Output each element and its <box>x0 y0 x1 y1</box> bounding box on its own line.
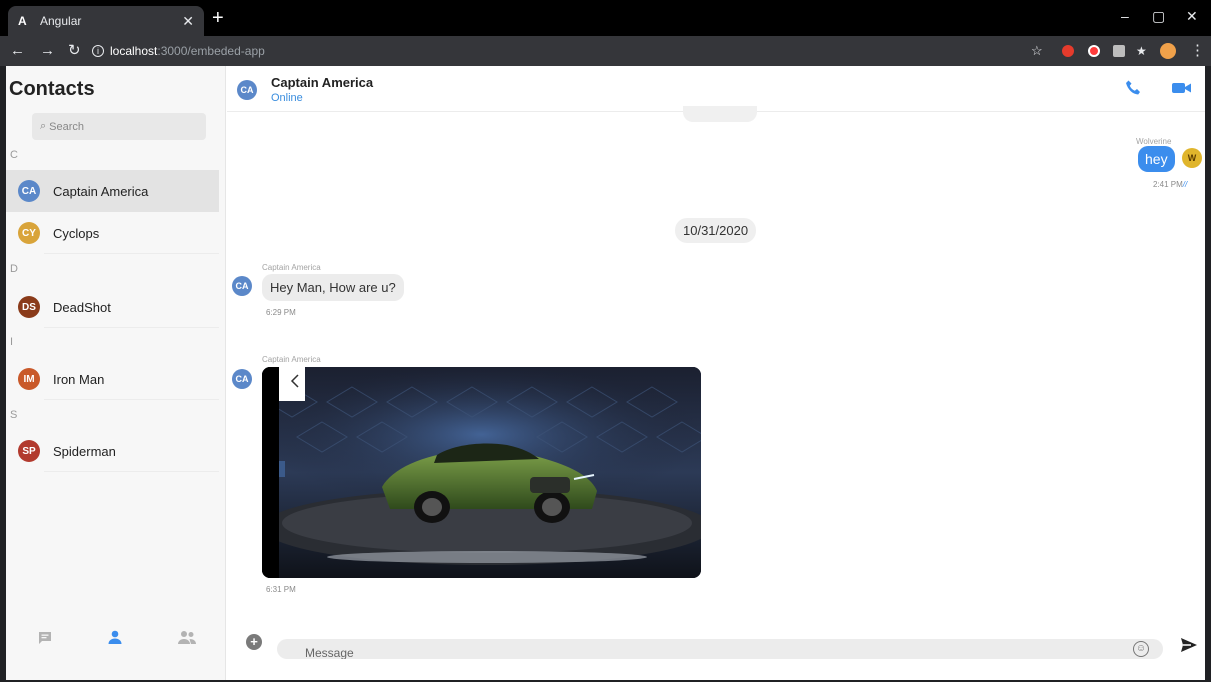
browser-toolbar: ← → ↻ i localhost:3000/embeded-app ☆ ★ ⋮ <box>0 36 1211 66</box>
date-divider: 10/31/2020 <box>675 218 757 243</box>
group-icon[interactable] <box>176 626 198 648</box>
divider <box>44 253 219 254</box>
image-message[interactable] <box>262 367 701 578</box>
contact-name: Iron Man <box>53 371 105 387</box>
chat-icon[interactable] <box>34 626 56 648</box>
tab-title: Angular <box>40 14 82 28</box>
contact-name: Spiderman <box>53 443 116 459</box>
search-input[interactable]: ⌕ Search <box>32 113 206 140</box>
group-letter: I <box>10 336 14 348</box>
person-icon[interactable] <box>104 626 126 648</box>
message-time: 6:29 PM <box>266 308 296 317</box>
contact-name: DeadShot <box>53 299 111 315</box>
avatar: CY <box>18 222 40 244</box>
read-ticks-icon: // <box>1182 180 1188 189</box>
profile-avatar[interactable] <box>1160 43 1176 59</box>
avatar: W <box>1182 148 1202 168</box>
contact-name: Cyclops <box>53 225 100 241</box>
divider <box>44 327 219 328</box>
bookmark-star-icon[interactable]: ☆ <box>1031 42 1043 60</box>
extension-icon[interactable] <box>1062 45 1074 57</box>
sender-name: Captain America <box>262 263 321 272</box>
divider <box>44 471 219 472</box>
avatar: CA <box>232 369 252 389</box>
car-image <box>262 367 701 578</box>
chat-panel: CA Captain America Online Wolverine hey … <box>227 66 1205 680</box>
avatar: IM <box>18 368 40 390</box>
reload-icon[interactable]: ↻ <box>68 42 81 60</box>
composer: + ☺ <box>227 624 1205 680</box>
sidebar-title: Contacts <box>9 78 95 100</box>
url-path: :3000/embeded-app <box>157 44 265 58</box>
outgoing-message-bubble: hey <box>1138 146 1175 172</box>
restore-icon[interactable]: ▢ <box>1152 8 1165 25</box>
avatar: CA <box>18 180 40 202</box>
sender-name: Wolverine <box>1136 137 1172 146</box>
divider <box>44 399 219 400</box>
phone-icon[interactable] <box>1125 79 1143 97</box>
message-time: 2:41 PM// <box>1153 180 1187 189</box>
sender-name: Captain America <box>262 355 321 364</box>
url-host: localhost <box>110 44 158 58</box>
message-time: 6:31 PM <box>266 585 296 594</box>
contact-item-spiderman[interactable]: SP Spiderman <box>6 430 219 472</box>
avatar: CA <box>232 276 252 296</box>
incoming-message-bubble: Hey Man, How are u? <box>262 274 404 301</box>
close-window-icon[interactable]: ✕ <box>1186 8 1198 25</box>
status-text: Online <box>271 92 303 104</box>
group-letter: D <box>10 263 18 275</box>
extension-icon[interactable] <box>1088 45 1100 57</box>
avatar: SP <box>18 440 40 462</box>
back-icon[interactable]: ← <box>10 42 25 60</box>
address-bar[interactable]: i localhost:3000/embeded-app <box>92 40 1062 62</box>
contact-name: Captain America <box>53 183 149 199</box>
group-letter: S <box>10 409 18 421</box>
contact-item-iron-man[interactable]: IM Iron Man <box>6 358 219 400</box>
angular-icon: A <box>18 14 27 28</box>
bottom-nav <box>6 626 226 650</box>
date-divider-partial <box>683 106 757 122</box>
time-text: 2:41 PM <box>1153 180 1183 189</box>
add-attachment-icon[interactable]: + <box>246 634 262 650</box>
search-placeholder: Search <box>49 120 85 133</box>
contact-item-deadshot[interactable]: DS DeadShot <box>6 286 219 328</box>
extension-icon[interactable] <box>1113 45 1125 57</box>
emoji-icon[interactable]: ☺ <box>1133 641 1149 657</box>
close-icon[interactable]: ✕ <box>182 13 194 30</box>
contact-item-captain-america[interactable]: CA Captain America <box>6 170 219 212</box>
contacts-sidebar: Contacts ⌕ Search C CA Captain America C… <box>6 66 226 680</box>
puzzle-icon[interactable]: ★ <box>1136 42 1147 60</box>
contact-item-cyclops[interactable]: CY Cyclops <box>6 212 219 254</box>
menu-dots-icon[interactable]: ⋮ <box>1190 42 1205 60</box>
video-camera-icon[interactable] <box>1172 81 1192 95</box>
avatar: CA <box>237 80 257 100</box>
group-letter: C <box>10 149 18 161</box>
send-icon[interactable] <box>1180 636 1198 654</box>
chat-app: Contacts ⌕ Search C CA Captain America C… <box>6 66 1205 680</box>
new-tab-icon[interactable]: + <box>212 8 224 28</box>
message-input[interactable] <box>277 639 1163 659</box>
browser-tab-bar: A Angular ✕ + – ▢ ✕ <box>0 0 1211 36</box>
chat-contact-name: Captain America <box>271 75 374 90</box>
minimize-icon[interactable]: – <box>1121 8 1129 24</box>
search-icon: ⌕ <box>40 120 47 132</box>
avatar: DS <box>18 296 40 318</box>
info-icon[interactable]: i <box>92 45 104 57</box>
forward-icon[interactable]: → <box>40 42 55 60</box>
browser-tab[interactable]: A Angular ✕ <box>8 6 204 36</box>
